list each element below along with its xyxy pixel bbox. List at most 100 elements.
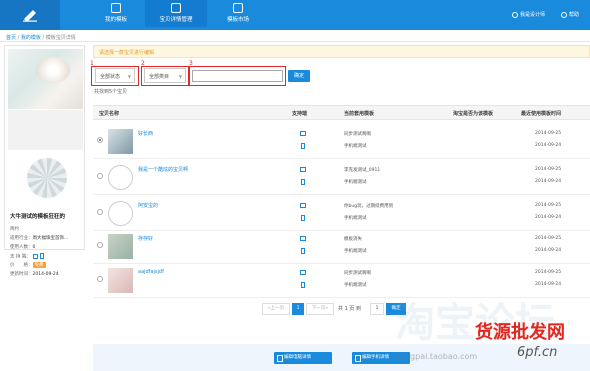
product-name-link[interactable]: 存存好 [138,235,153,242]
current-template-mobile: 手机端测试 [344,216,367,221]
breadcrumb: 首页 / 我的模板 / 模板宝贝详情 [6,34,76,41]
pc-icon [300,167,306,172]
row-radio[interactable] [97,137,103,143]
pc-icon [32,253,38,259]
product-thumbnail [108,129,133,154]
pencil-logo-icon [23,10,37,22]
notice-bar: 请选择一款宝贝进行编辑 [93,45,590,58]
product-name-link[interactable]: 阿安宝的 [138,202,158,209]
template-subtitle: 简约 [10,227,19,232]
current-template-mobile: 手机端测试 [344,249,367,254]
nav-label: 模板市场 [226,17,249,23]
pc-icon [300,236,306,241]
product-name-link[interactable]: 好长西 [138,130,153,137]
template-info-card: 大牛测试的模板狂狂的 简约 适用行业：周大福珠宝首饰... 使用人数：0 支 持… [4,45,590,277]
mobile-icon [301,248,305,254]
date-mobile: 2014-09-24 [535,282,562,287]
current-template-pc: 李克发测试_0911 [344,168,381,173]
current-template-mobile: 手机端测试 [344,144,367,149]
nav-label: 我的模板 [104,17,127,23]
row-radio[interactable] [97,242,103,248]
template-icon [111,3,121,13]
product-thumbnail [108,165,133,190]
designer-link[interactable]: 我是设计师 [512,11,545,18]
page-1-button[interactable]: 1 [292,303,304,315]
product-thumbnail [108,268,133,293]
current-template-pc: 同步测试啊啊 [344,132,371,137]
date-pc: 2014-09-25 [535,203,562,208]
help-icon [561,11,567,18]
current-template-pc: 你bug玩，过期续费用到 [344,204,394,209]
template-title: 大牛测试的模板狂狂的 [10,214,66,220]
col-last-used: 最近使用模板时间 [521,111,562,117]
table-row[interactable]: 我是一个酷炫的宝贝啊 李克发测试_0911 手机端测试 2014-09-25 2… [93,159,590,195]
current-template-mobile: 手机端测试 [344,283,367,288]
help-link[interactable]: 帮助 [561,11,579,18]
date-mobile: 2014-09-24 [535,215,562,220]
total-pages-label: 共 1 页 到 [338,306,361,312]
meta-platforms: 支 持 端： [10,253,44,260]
template-preview-image[interactable] [8,49,83,109]
document-icon [171,3,181,13]
watermark-bangpai: bangpai.taobao.com [395,352,478,361]
col-taobao-template: 淘宝是否为该模板 [453,111,494,117]
nav-detail-manage[interactable]: 宝贝详情管理 [145,0,207,27]
col-name: 宝贝名称 [99,111,120,117]
meta-industry: 适用行业：周大福珠宝首饰... [10,236,69,241]
edit-pc-detail-button[interactable]: 编辑电脑详情 [274,352,332,364]
watermark-red: 货源批发网 [475,322,565,343]
meta-price: 价 格： 免费 [10,262,46,268]
date-mobile: 2014-09-24 [535,143,562,148]
product-thumbnail [108,234,133,259]
designer-label: 我是设计师 [520,12,546,18]
market-icon [233,3,243,13]
col-platform: 支持端 [292,111,308,117]
goto-page-input[interactable]: 1 [370,303,384,315]
help-label: 帮助 [569,12,580,18]
mobile-icon [301,143,305,149]
date-pc: 2014-09-25 [535,236,562,241]
template-preview-mosaic [27,158,67,198]
mobile-icon [301,179,305,185]
date-mobile: 2014-09-24 [535,248,562,253]
current-template-pc: 同步测试啊啊 [344,271,371,276]
designer-icon [512,11,518,18]
prev-page-button[interactable]: «上一页 [262,303,290,315]
annotation-box-2 [141,66,189,86]
mobile-icon [39,253,44,259]
mobile-icon [301,282,305,288]
annotation-box-1 [91,66,139,86]
divider [0,41,590,42]
col-current-template: 当前套用模板 [344,111,375,117]
product-thumbnail [108,201,133,226]
meta-updated: 更新时间：2014-09-24 [10,272,59,277]
date-pc: 2014-09-25 [535,270,562,275]
pc-icon [300,270,306,275]
nav-label: 宝贝详情管理 [159,17,193,23]
date-pc: 2014-09-25 [535,131,562,136]
row-radio[interactable] [97,276,103,282]
nav-my-templates[interactable]: 我的模板 [85,3,147,23]
row-radio[interactable] [97,209,103,215]
table-row[interactable]: 好长西 同步测试啊啊 手机端测试 2014-09-25 2014-09-24 [93,123,590,159]
bottom-action-bar: 编辑电脑详情 编辑手机详情 [93,344,590,371]
current-template-mobile: 手机端测试 [344,180,367,185]
date-pc: 2014-09-25 [535,167,562,172]
row-radio[interactable] [97,173,103,179]
search-confirm-button[interactable]: 确定 [288,70,310,82]
watermark-url: 6pf.cn [517,345,558,360]
logo[interactable] [0,0,60,30]
template-preview-strip [8,110,590,150]
mobile-icon [301,215,305,221]
product-name-link[interactable]: 我是一个酷炫的宝贝啊 [138,166,188,173]
table-row[interactable]: 阿安宝的 你bug玩，过期续费用到 手机端测试 2014-09-25 2014-… [93,195,590,231]
product-name-link[interactable]: aajdfajsjdf [138,269,164,275]
top-navigation-bar: 我的模板 宝贝详情管理 模板市场 我是设计师 帮助 [0,0,590,30]
search-input[interactable] [192,70,283,82]
pc-icon [300,203,306,208]
pc-icon [300,131,306,136]
nav-template-market[interactable]: 模板市场 [207,3,269,23]
table-row[interactable]: 存存好 模板消失 手机端测试 2014-09-25 2014-09-24 [93,228,590,264]
table-header: 宝贝名称 支持端 当前套用模板 淘宝是否为该模板 最近使用模板时间 [93,105,590,120]
next-page-button[interactable]: 下一页» [306,303,334,315]
